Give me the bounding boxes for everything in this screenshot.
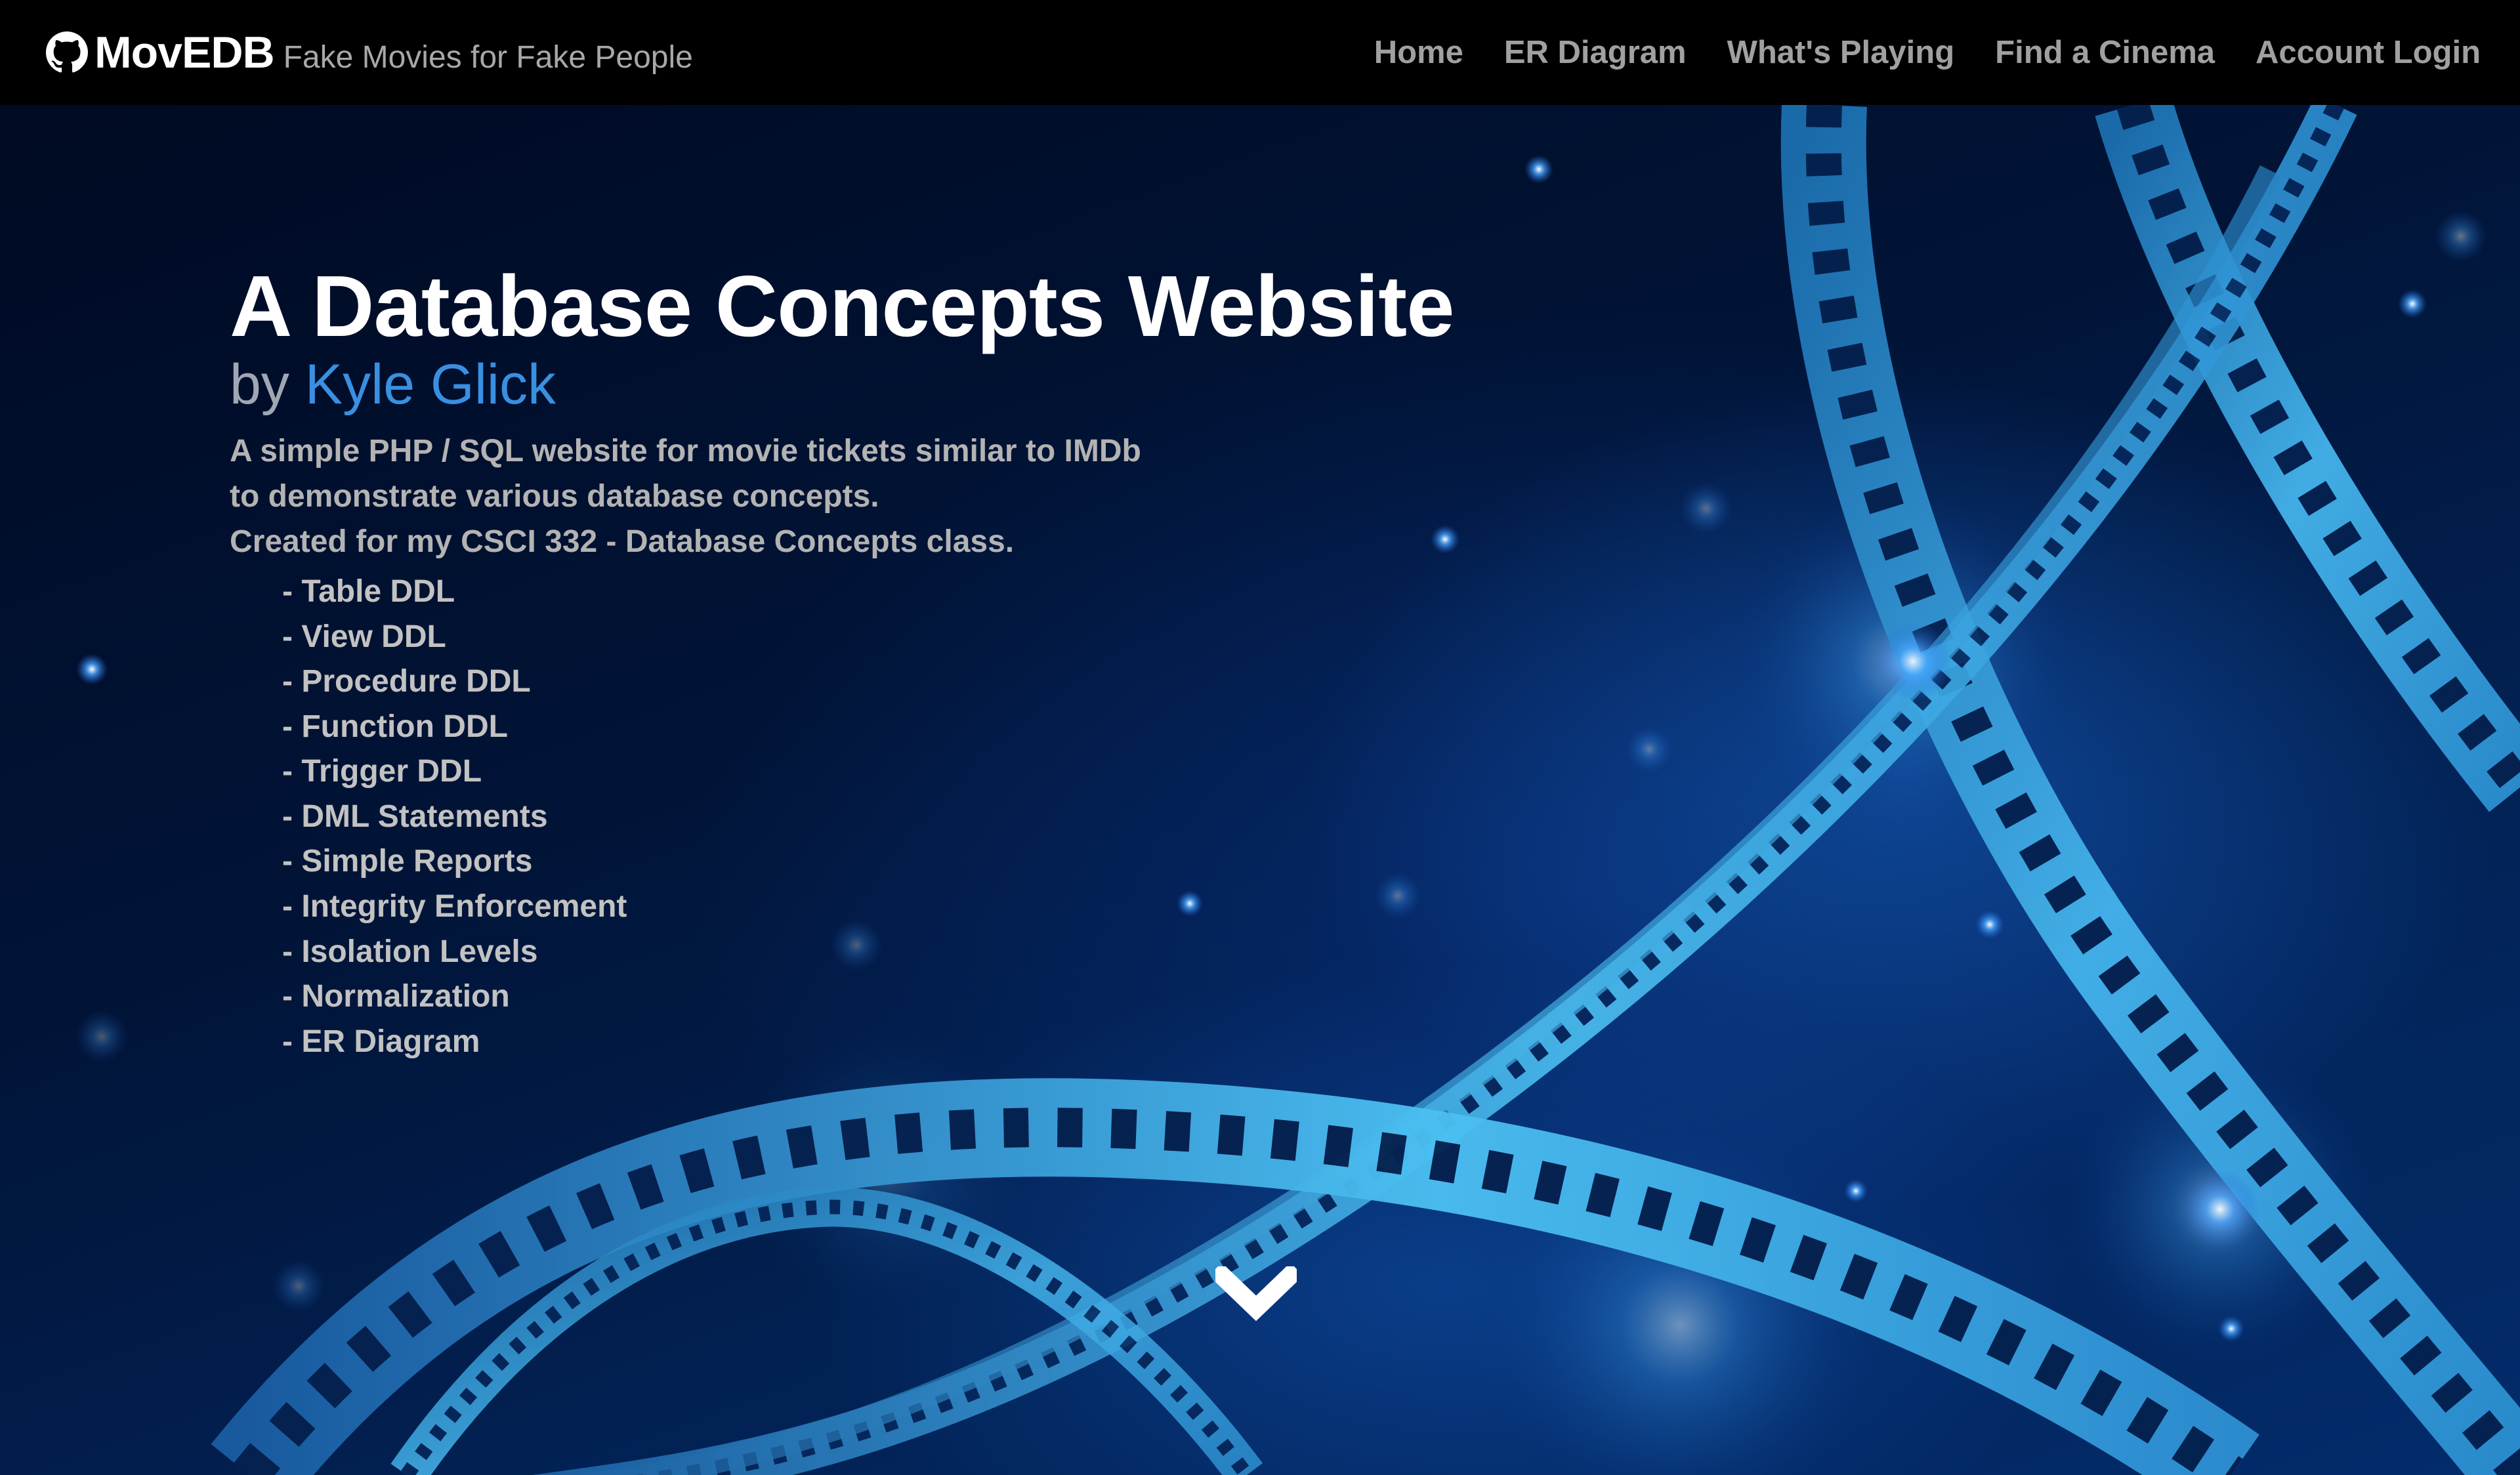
- brand-tagline: Fake Movies for Fake People: [283, 39, 693, 75]
- brand-name: MovEDB: [94, 28, 275, 77]
- nav-link-whats-playing[interactable]: What's Playing: [1727, 34, 1955, 71]
- description-line: to demonstrate various database concepts…: [230, 478, 879, 514]
- description-line: Created for my CSCI 332 - Database Conce…: [230, 524, 1015, 559]
- brand[interactable]: MovEDB Fake Movies for Fake People: [46, 0, 693, 105]
- feature-item: - Simple Reports: [282, 844, 533, 879]
- chevron-down-icon[interactable]: [1209, 1262, 1303, 1325]
- feature-item: - Procedure DDL: [282, 664, 531, 699]
- hero-by: by: [230, 352, 305, 416]
- feature-item: - Integrity Enforcement: [282, 889, 627, 924]
- hero-description: A simple PHP / SQL website for movie tic…: [230, 428, 1454, 564]
- hero-section: A Database Concepts Website by Kyle Glic…: [0, 105, 2520, 1475]
- feature-item: - DML Statements: [282, 799, 548, 834]
- feature-item: - Table DDL: [282, 573, 455, 609]
- feature-item: - Trigger DDL: [282, 754, 482, 789]
- nav-link-find-a-cinema[interactable]: Find a Cinema: [1995, 34, 2215, 71]
- navbar: MovEDB Fake Movies for Fake People Home …: [0, 0, 2520, 105]
- feature-item: - Function DDL: [282, 709, 508, 744]
- feature-item: - Isolation Levels: [282, 934, 538, 969]
- feature-item: - ER Diagram: [282, 1024, 480, 1059]
- film-strip-top-right: [2095, 105, 2520, 812]
- feature-list: - Table DDL - View DDL - Procedure DDL -…: [282, 570, 1454, 1065]
- hero-byline: by Kyle Glick: [230, 352, 1454, 416]
- nav-link-account-login[interactable]: Account Login: [2256, 34, 2481, 71]
- nav-link-er-diagram[interactable]: ER Diagram: [1504, 34, 1687, 71]
- description-line: A simple PHP / SQL website for movie tic…: [230, 433, 1141, 468]
- feature-item: - View DDL: [282, 619, 446, 654]
- hero-text: A Database Concepts Website by Kyle Glic…: [230, 258, 1455, 1065]
- page: MovEDB Fake Movies for Fake People Home …: [0, 0, 2520, 1475]
- github-icon: [46, 31, 88, 73]
- author-link[interactable]: Kyle Glick: [305, 353, 556, 416]
- feature-item: - Normalization: [282, 979, 510, 1014]
- nav-links: Home ER Diagram What's Playing Find a Ci…: [1374, 0, 2481, 105]
- hero-title: A Database Concepts Website: [230, 258, 1455, 354]
- nav-link-home[interactable]: Home: [1374, 34, 1463, 71]
